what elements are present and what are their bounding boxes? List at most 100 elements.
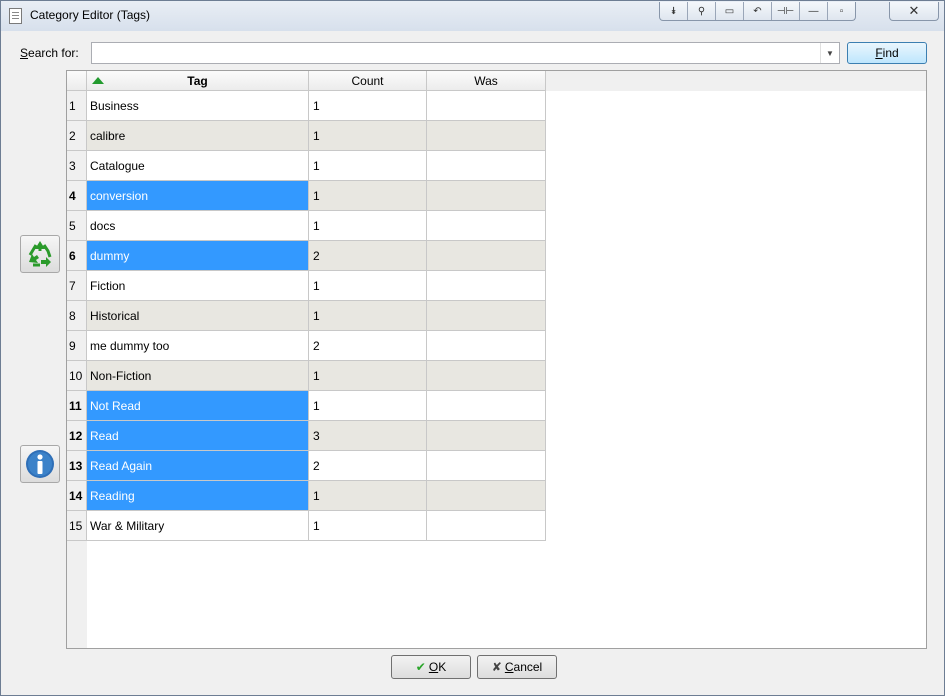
table-row[interactable]: 9 me dummy too 2	[67, 331, 546, 361]
row-number[interactable]: 14	[67, 481, 87, 511]
cell-count[interactable]: 1	[309, 211, 427, 241]
split-icon[interactable]: ⊣⊢	[772, 2, 800, 20]
close-icon[interactable]: ✕	[889, 2, 939, 21]
collapse-icon[interactable]: ⯯	[660, 2, 688, 20]
cell-count[interactable]: 1	[309, 391, 427, 421]
cell-tag[interactable]: dummy	[87, 241, 309, 271]
search-input[interactable]	[94, 44, 818, 63]
row-number[interactable]: 13	[67, 451, 87, 481]
maximize-icon[interactable]: ▫	[828, 2, 855, 20]
cell-tag[interactable]: me dummy too	[87, 331, 309, 361]
cell-count[interactable]: 3	[309, 421, 427, 451]
row-number[interactable]: 11	[67, 391, 87, 421]
cell-tag[interactable]: Fiction	[87, 271, 309, 301]
column-header-count[interactable]: Count	[309, 71, 427, 91]
row-number[interactable]: 15	[67, 511, 87, 541]
table-row[interactable]: 15 War & Military 1	[67, 511, 546, 541]
cell-was[interactable]	[427, 121, 546, 151]
cell-was[interactable]	[427, 91, 546, 121]
window-menu-icon[interactable]	[9, 8, 22, 24]
cell-count[interactable]: 1	[309, 511, 427, 541]
cell-was[interactable]	[427, 241, 546, 271]
table-row[interactable]: 5 docs 1	[67, 211, 546, 241]
cell-was[interactable]	[427, 391, 546, 421]
table-row[interactable]: 4 conversion 1	[67, 181, 546, 211]
table-row[interactable]: 3 Catalogue 1	[67, 151, 546, 181]
cell-count[interactable]: 1	[309, 481, 427, 511]
cell-tag[interactable]: Catalogue	[87, 151, 309, 181]
table-row[interactable]: 12 Read 3	[67, 421, 546, 451]
table-row[interactable]: 14 Reading 1	[67, 481, 546, 511]
table-row[interactable]: 1 Business 1	[67, 91, 546, 121]
table-row[interactable]: 13 Read Again 2	[67, 451, 546, 481]
info-button[interactable]	[20, 445, 60, 483]
cell-was[interactable]	[427, 181, 546, 211]
chevron-down-icon[interactable]: ▼	[820, 43, 839, 63]
cancel-button[interactable]: ✘ Cancel	[477, 655, 557, 679]
row-number[interactable]: 5	[67, 211, 87, 241]
cell-was[interactable]	[427, 271, 546, 301]
row-number[interactable]: 7	[67, 271, 87, 301]
table-row[interactable]: 10 Non-Fiction 1	[67, 361, 546, 391]
restore-icon[interactable]: ▭	[716, 2, 744, 20]
title-bar[interactable]: Category Editor (Tags) ⯯ ⚲ ▭ ↶ ⊣⊢ — ▫ ✕	[1, 1, 944, 31]
row-number[interactable]: 6	[67, 241, 87, 271]
cell-was[interactable]	[427, 301, 546, 331]
delete-unused-button[interactable]	[20, 235, 60, 273]
ok-button[interactable]: ✔ OK	[391, 655, 471, 679]
row-number[interactable]: 3	[67, 151, 87, 181]
cell-tag[interactable]: calibre	[87, 121, 309, 151]
find-label-rest: ind	[882, 46, 899, 60]
cell-count[interactable]: 2	[309, 451, 427, 481]
cell-count[interactable]: 2	[309, 331, 427, 361]
table-row[interactable]: 7 Fiction 1	[67, 271, 546, 301]
tag-table[interactable]: Tag Count Was 1 Business 1 2 calibre 1 3 Catalo…	[66, 70, 927, 649]
cell-count[interactable]: 1	[309, 181, 427, 211]
search-combobox[interactable]: ▼	[91, 42, 840, 64]
undo-icon[interactable]: ↶	[744, 2, 772, 20]
cell-tag[interactable]: War & Military	[87, 511, 309, 541]
table-row[interactable]: 6 dummy 2	[67, 241, 546, 271]
cell-was[interactable]	[427, 421, 546, 451]
row-number[interactable]: 2	[67, 121, 87, 151]
cell-tag[interactable]: Non-Fiction	[87, 361, 309, 391]
row-number[interactable]: 12	[67, 421, 87, 451]
cell-tag[interactable]: docs	[87, 211, 309, 241]
cell-was[interactable]	[427, 361, 546, 391]
cell-count[interactable]: 1	[309, 271, 427, 301]
cell-tag[interactable]: Read	[87, 421, 309, 451]
cell-was[interactable]	[427, 331, 546, 361]
column-header-tag[interactable]: Tag	[87, 71, 309, 91]
cell-count[interactable]: 1	[309, 121, 427, 151]
table-row[interactable]: 2 calibre 1	[67, 121, 546, 151]
cell-was[interactable]	[427, 211, 546, 241]
row-number[interactable]: 1	[67, 91, 87, 121]
cell-tag[interactable]: Historical	[87, 301, 309, 331]
cell-tag[interactable]: Business	[87, 91, 309, 121]
cell-was[interactable]	[427, 511, 546, 541]
cell-tag[interactable]: Reading	[87, 481, 309, 511]
cell-was[interactable]	[427, 481, 546, 511]
cell-count[interactable]: 1	[309, 91, 427, 121]
row-number[interactable]: 9	[67, 331, 87, 361]
sort-ascending-icon	[92, 77, 104, 84]
find-button[interactable]: Find	[847, 42, 927, 64]
cell-count[interactable]: 2	[309, 241, 427, 271]
row-number[interactable]: 4	[67, 181, 87, 211]
cell-count[interactable]: 1	[309, 151, 427, 181]
table-corner[interactable]	[67, 71, 87, 91]
table-row[interactable]: 8 Historical 1	[67, 301, 546, 331]
pin-icon[interactable]: ⚲	[688, 2, 716, 20]
cell-tag[interactable]: Not Read	[87, 391, 309, 421]
cell-tag[interactable]: Read Again	[87, 451, 309, 481]
table-row[interactable]: 11 Not Read 1	[67, 391, 546, 421]
cell-count[interactable]: 1	[309, 301, 427, 331]
cell-was[interactable]	[427, 151, 546, 181]
row-number[interactable]: 10	[67, 361, 87, 391]
row-number[interactable]: 8	[67, 301, 87, 331]
minimize-icon[interactable]: —	[800, 2, 828, 20]
column-header-was[interactable]: Was	[427, 71, 546, 91]
cell-tag[interactable]: conversion	[87, 181, 309, 211]
cell-count[interactable]: 1	[309, 361, 427, 391]
cell-was[interactable]	[427, 451, 546, 481]
